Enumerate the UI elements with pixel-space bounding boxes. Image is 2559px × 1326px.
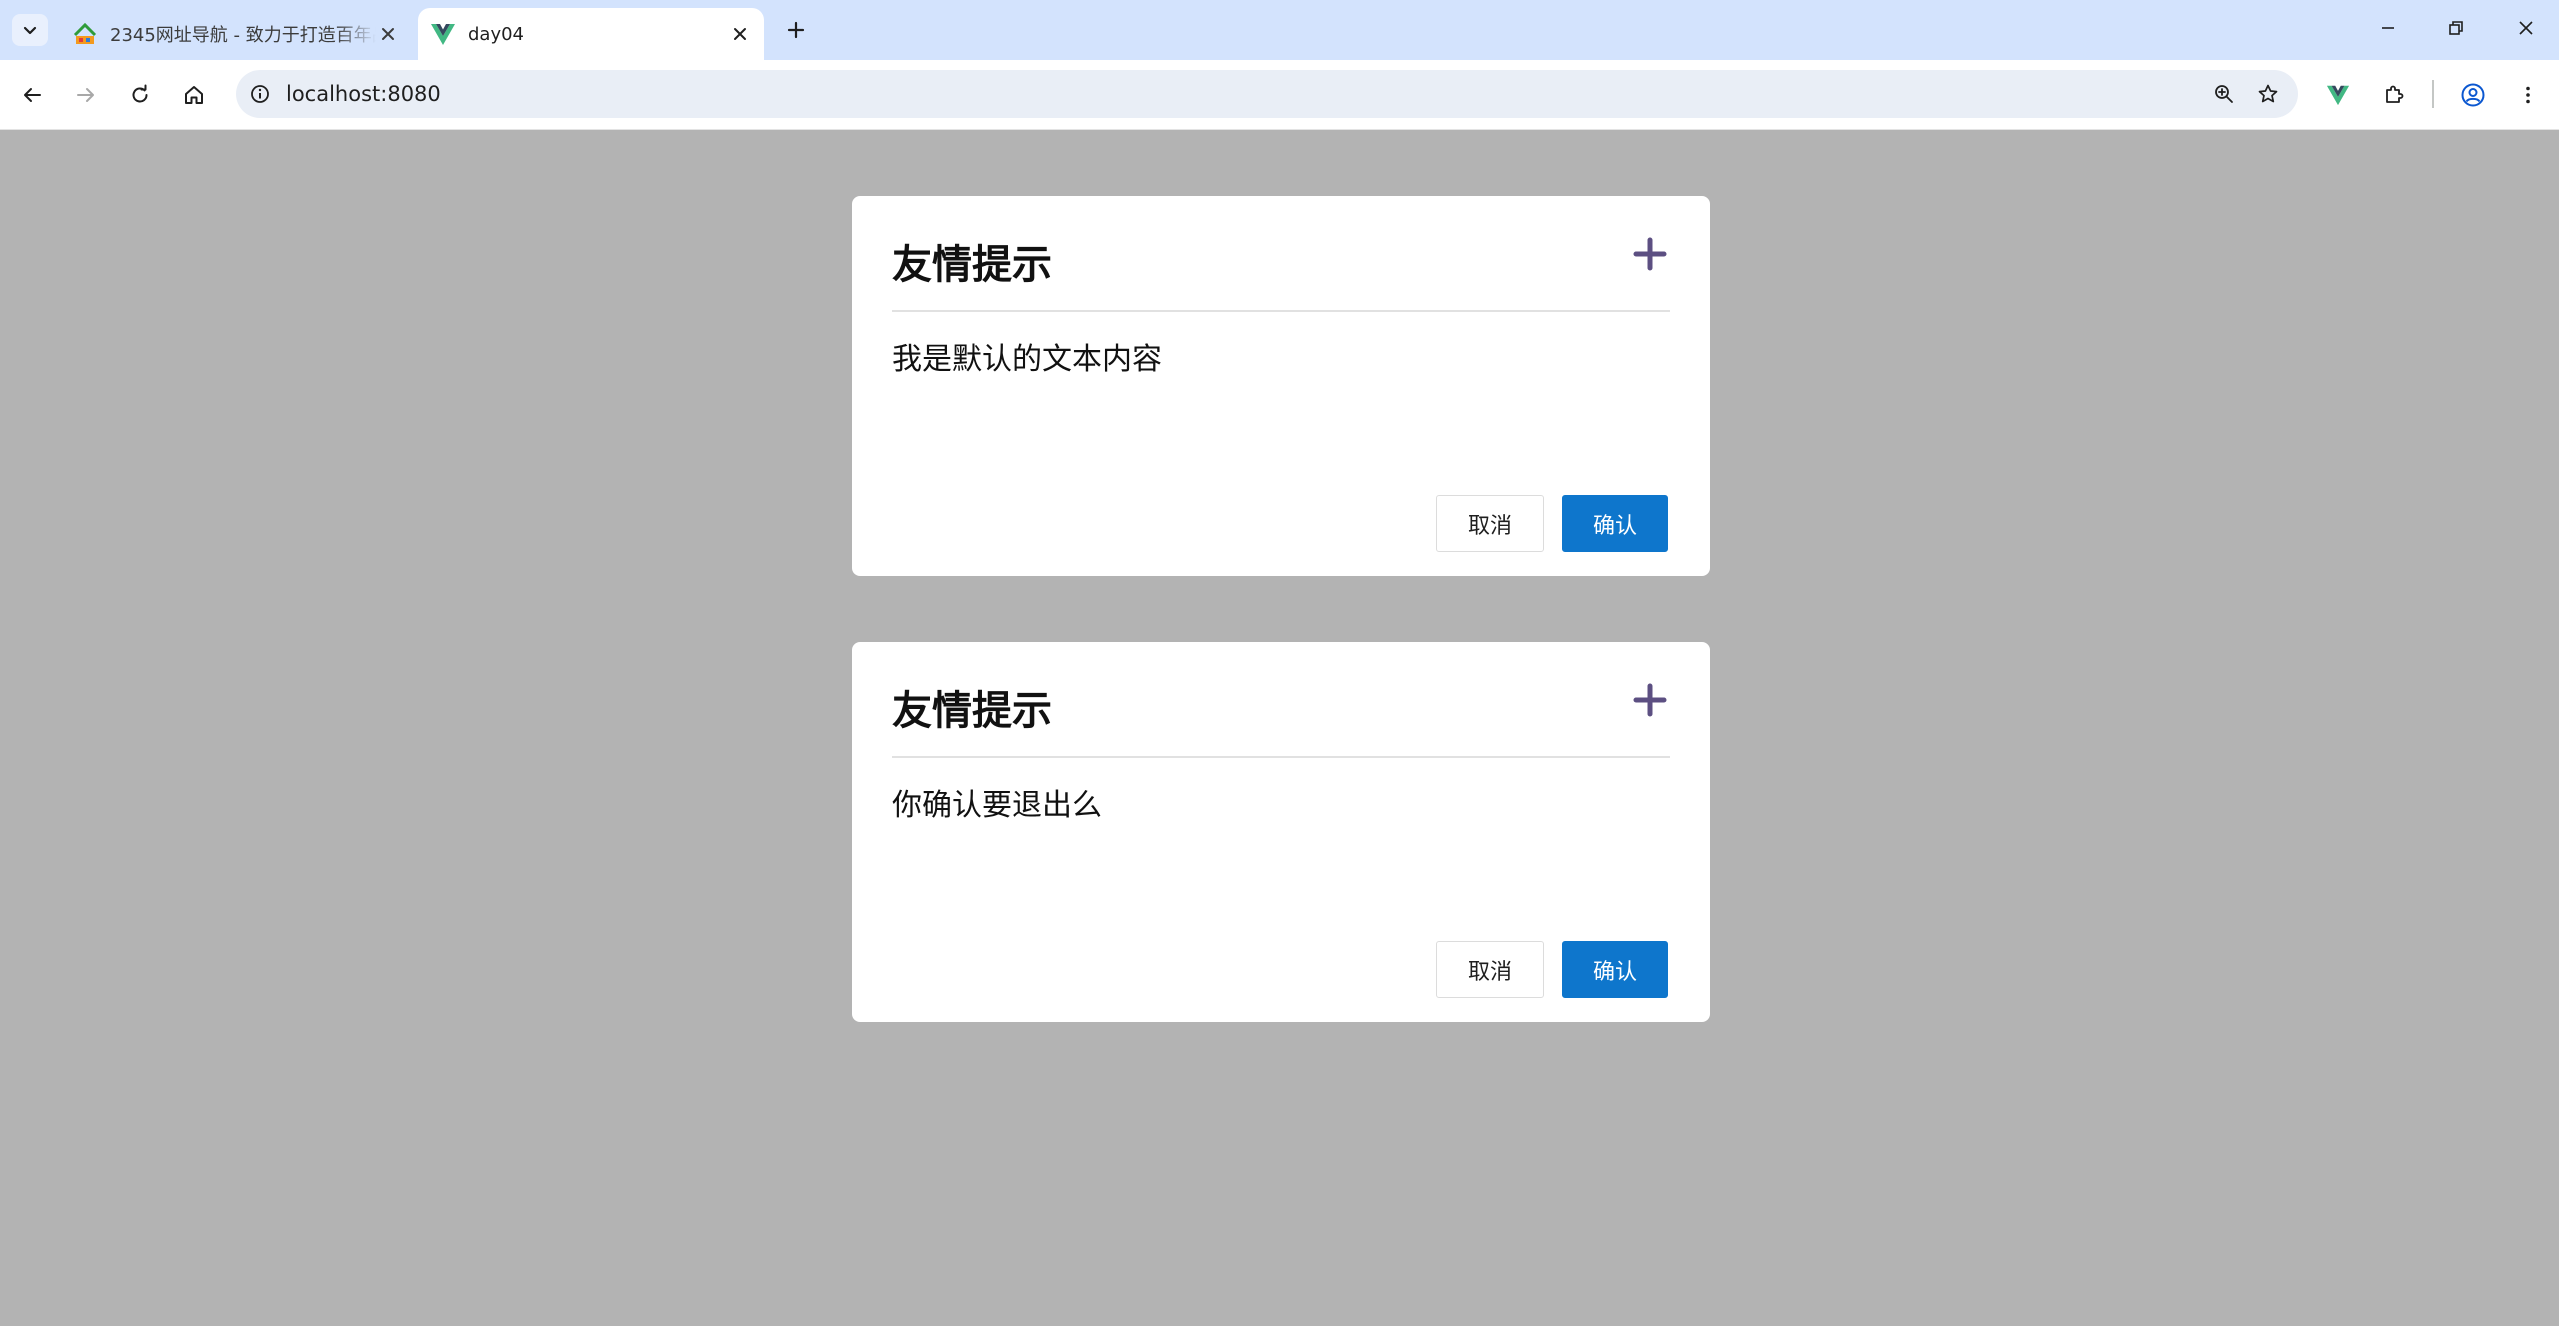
account-circle-icon: [2461, 83, 2485, 107]
zoom-button[interactable]: [2202, 72, 2246, 116]
home-icon: [185, 86, 203, 104]
page-viewport: 友情提示 我是默认的文本内容 取消 确认 友情提示 你确认要退出么 取消 确认: [0, 131, 2559, 1326]
home-button[interactable]: [174, 75, 214, 115]
new-tab-button[interactable]: [780, 14, 812, 46]
vue-logo-icon: [431, 24, 455, 45]
close-icon: [734, 28, 746, 40]
dialog-close-button[interactable]: [1630, 680, 1670, 720]
dialog-header: 友情提示: [892, 642, 1670, 758]
zoom-in-icon: [2215, 85, 2233, 103]
restore-icon: [2449, 21, 2463, 35]
dialog-default: 友情提示 我是默认的文本内容 取消 确认: [852, 196, 1710, 576]
browser-toolbar: localhost:8080: [0, 60, 2559, 130]
close-icon: [1633, 683, 1667, 717]
close-icon: [1633, 237, 1667, 271]
browser-tab-strip: 2345网址导航 - 致力于打造百年品牌 day04: [0, 0, 2559, 60]
tab-title: 2345网址导航 - 致力于打造百年品牌: [110, 25, 376, 46]
extensions-button[interactable]: [2374, 75, 2414, 115]
restore-button[interactable]: [2432, 10, 2480, 46]
dialog-logout: 友情提示 你确认要退出么 取消 确认: [852, 642, 1710, 1022]
minimize-icon: [2382, 27, 2394, 29]
address-url[interactable]: localhost:8080: [286, 82, 2202, 106]
dialog-close-button[interactable]: [1630, 234, 1670, 274]
dialog-header: 友情提示: [892, 196, 1670, 312]
puzzle-icon: [2386, 85, 2404, 103]
more-vertical-icon: [2526, 86, 2530, 104]
dialog-title: 友情提示: [892, 242, 1052, 288]
close-window-button[interactable]: [2502, 10, 2550, 46]
browser-tab-2345[interactable]: 2345网址导航 - 致力于打造百年品牌: [60, 8, 412, 60]
plus-icon: [787, 21, 805, 39]
reload-button[interactable]: [120, 75, 160, 115]
vue-logo-icon: [2326, 85, 2350, 106]
profile-button[interactable]: [2453, 75, 2493, 115]
close-icon: [382, 28, 394, 40]
tab-search-button[interactable]: [12, 14, 48, 46]
site-info-button[interactable]: [240, 74, 280, 114]
info-icon: [251, 85, 269, 103]
confirm-button[interactable]: 确认: [1562, 495, 1668, 552]
back-button[interactable]: [12, 75, 52, 115]
tab-close-button[interactable]: [376, 22, 400, 46]
cancel-button[interactable]: 取消: [1436, 941, 1544, 998]
close-icon: [2519, 21, 2533, 35]
2345-logo-icon: [73, 22, 97, 44]
address-bar[interactable]: localhost:8080: [236, 70, 2298, 118]
reload-icon: [132, 84, 148, 103]
cancel-button[interactable]: 取消: [1436, 495, 1544, 552]
dialog-title: 友情提示: [892, 688, 1052, 734]
dialog-body-text: 我是默认的文本内容: [892, 342, 1162, 377]
arrow-left-icon: [24, 88, 41, 102]
forward-button[interactable]: [66, 75, 106, 115]
vue-devtools-extension[interactable]: [2318, 75, 2358, 115]
star-icon: [2258, 84, 2278, 103]
arrow-right-icon: [77, 88, 94, 102]
bookmark-button[interactable]: [2246, 72, 2290, 116]
browser-tab-day04[interactable]: day04: [418, 8, 764, 60]
minimize-button[interactable]: [2364, 10, 2412, 46]
browser-menu-button[interactable]: [2508, 75, 2548, 115]
dialog-body-text: 你确认要退出么: [892, 788, 1102, 823]
tab-title: day04: [468, 23, 525, 45]
chevron-down-icon: [23, 26, 37, 35]
toolbar-divider: [2432, 80, 2434, 108]
tab-close-button[interactable]: [728, 22, 752, 46]
confirm-button[interactable]: 确认: [1562, 941, 1668, 998]
